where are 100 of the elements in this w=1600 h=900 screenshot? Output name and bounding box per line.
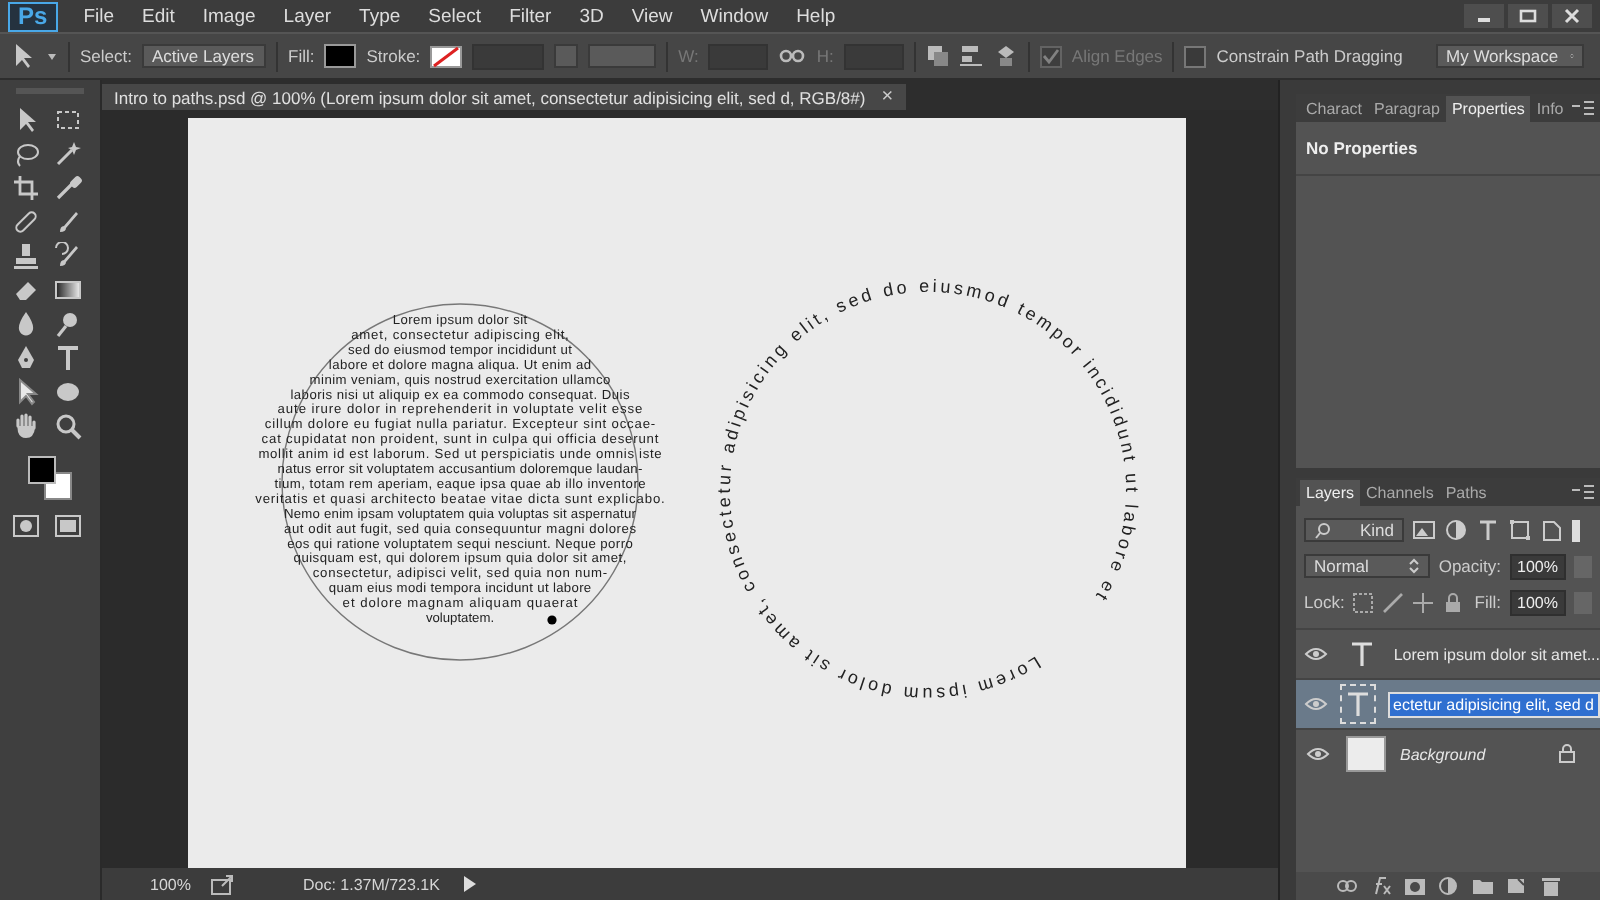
triangle-icon[interactable] bbox=[459, 874, 480, 894]
minimize-button[interactable] bbox=[1464, 4, 1504, 28]
fill-field[interactable]: 100% bbox=[1509, 589, 1566, 615]
check-icon bbox=[1041, 48, 1060, 64]
fill-label: Fill: bbox=[1474, 592, 1502, 612]
filter-toggle[interactable] bbox=[1572, 519, 1580, 541]
path-operations-icon[interactable] bbox=[925, 44, 950, 68]
constrain-checkbox[interactable] bbox=[1184, 45, 1207, 67]
constrain-label: Constrain Path Dragging bbox=[1216, 46, 1403, 66]
new-layer-icon[interactable] bbox=[1505, 876, 1527, 896]
image-filter-icon[interactable] bbox=[1412, 518, 1436, 542]
panel-tab[interactable]: Layers bbox=[1300, 480, 1361, 506]
fill-swatch[interactable] bbox=[324, 44, 357, 68]
menu-item[interactable]: Window bbox=[686, 5, 783, 27]
lock-pixels-icon[interactable] bbox=[1352, 591, 1375, 613]
path-arrangement-icon[interactable] bbox=[993, 44, 1018, 68]
search-icon bbox=[1314, 521, 1330, 539]
adjustment-filter-icon[interactable] bbox=[1444, 518, 1468, 542]
close-icon[interactable] bbox=[1562, 6, 1582, 26]
layer-row[interactable]: ectetur adipisicing elit, sed d bbox=[1296, 678, 1600, 728]
adjustment-icon[interactable] bbox=[1437, 876, 1459, 896]
select-dropdown[interactable]: Active Layers bbox=[142, 44, 266, 68]
menu-item[interactable]: Select bbox=[414, 5, 496, 27]
restore-button[interactable] bbox=[1508, 4, 1548, 28]
crop-icon[interactable] bbox=[11, 174, 39, 202]
menu-item[interactable]: Help bbox=[782, 5, 850, 27]
workspace-dropdown[interactable]: My Workspace bbox=[1436, 44, 1584, 68]
menu-item[interactable]: View bbox=[617, 5, 687, 27]
export-icon[interactable] bbox=[210, 873, 235, 895]
bandage-icon[interactable] bbox=[11, 208, 39, 236]
screen-mode-icon[interactable] bbox=[53, 512, 81, 540]
close-button[interactable] bbox=[1552, 4, 1592, 28]
lock-icon[interactable] bbox=[1442, 591, 1465, 613]
restore-icon[interactable] bbox=[1518, 6, 1538, 26]
link-icon[interactable] bbox=[1335, 876, 1357, 896]
menu-item[interactable]: 3D bbox=[565, 5, 618, 27]
trash-icon[interactable] bbox=[1539, 876, 1561, 896]
link-icon[interactable] bbox=[778, 46, 807, 66]
eye-icon[interactable] bbox=[1304, 644, 1329, 664]
opacity-label: Opacity: bbox=[1438, 556, 1502, 576]
eraser-icon[interactable] bbox=[11, 276, 39, 304]
app-logo: Ps bbox=[8, 1, 58, 31]
blend-mode-dropdown[interactable]: Normal bbox=[1304, 554, 1431, 578]
wand-icon[interactable] bbox=[53, 140, 81, 168]
menu-item[interactable]: Filter bbox=[495, 5, 566, 27]
fill-label: Fill: bbox=[288, 46, 315, 66]
panel-tab[interactable]: Charact bbox=[1300, 96, 1369, 122]
opacity-field[interactable]: 100% bbox=[1509, 553, 1566, 579]
zoom-icon[interactable] bbox=[53, 412, 81, 440]
properties-message: No Properties bbox=[1296, 122, 1600, 176]
gradient-icon[interactable] bbox=[53, 276, 81, 304]
path-alignment-icon[interactable] bbox=[959, 44, 984, 68]
eye-icon[interactable] bbox=[1304, 694, 1328, 714]
menu-item[interactable]: File bbox=[69, 5, 128, 27]
stamp-icon[interactable] bbox=[11, 242, 39, 270]
hand-icon[interactable] bbox=[11, 412, 39, 440]
panel-tab[interactable]: Paths bbox=[1439, 480, 1493, 506]
type-filter-icon[interactable] bbox=[1476, 518, 1500, 542]
panel-menu-icon[interactable] bbox=[1572, 482, 1594, 502]
spinner-icon bbox=[1408, 558, 1421, 574]
zoom-level[interactable]: 100% bbox=[150, 875, 191, 893]
filter-dropdown[interactable]: Kind bbox=[1304, 518, 1404, 542]
anchor-point[interactable] bbox=[547, 615, 557, 625]
no-stroke-swatch-icon[interactable] bbox=[430, 45, 463, 67]
folder-icon[interactable] bbox=[1471, 876, 1493, 896]
type-layer-icon bbox=[1347, 640, 1376, 668]
tab-close-button[interactable]: × bbox=[881, 86, 894, 108]
layer-name: Lorem ipsum dolor sit amet... bbox=[1393, 645, 1600, 663]
lasso-icon[interactable] bbox=[11, 140, 39, 168]
mask-icon[interactable] bbox=[1403, 876, 1425, 896]
caret-icon[interactable] bbox=[46, 50, 58, 62]
quick-mask-icon[interactable] bbox=[11, 512, 39, 540]
document-tab[interactable]: Intro to paths.psd @ 100% (Lorem ipsum dolor sit amet, consectetur adipisicing elit, sed d, RGB/8#) × bbox=[102, 84, 906, 110]
panel-tab[interactable]: Channels bbox=[1360, 480, 1440, 506]
menu-item[interactable]: Type bbox=[345, 5, 415, 27]
brush-icon[interactable] bbox=[1382, 591, 1405, 613]
type-layer-icon bbox=[1343, 690, 1372, 718]
menu-item[interactable]: Image bbox=[188, 5, 270, 27]
shape-filter-icon[interactable] bbox=[1508, 518, 1532, 542]
dodge-icon[interactable] bbox=[53, 310, 81, 338]
panel-tab[interactable]: Properties bbox=[1445, 96, 1531, 122]
ellipse-icon[interactable] bbox=[53, 378, 81, 406]
eyedropper-icon[interactable] bbox=[53, 174, 81, 202]
menu-item[interactable]: Layer bbox=[269, 5, 346, 27]
panel-tab[interactable]: Info bbox=[1530, 96, 1570, 122]
color-swatches-icon[interactable] bbox=[26, 456, 74, 500]
menu-item[interactable]: Edit bbox=[128, 5, 189, 27]
eye-icon[interactable] bbox=[1306, 744, 1330, 764]
panel-menu-icon[interactable] bbox=[1572, 98, 1594, 118]
layer-name: Background bbox=[1400, 745, 1486, 763]
marquee-icon[interactable] bbox=[53, 106, 81, 134]
panel-tab[interactable]: Paragrap bbox=[1368, 96, 1446, 122]
layer-name[interactable]: ectetur adipisicing elit, sed d bbox=[1387, 691, 1600, 717]
fx-icon[interactable] bbox=[1369, 876, 1391, 896]
smart-object-filter-icon[interactable] bbox=[1540, 518, 1564, 542]
stroke-label: Stroke: bbox=[366, 46, 421, 66]
history-brush-icon[interactable] bbox=[53, 242, 81, 270]
type-tool-icon[interactable] bbox=[53, 344, 81, 372]
layer-row[interactable]: Background bbox=[1296, 728, 1600, 778]
move-arrows-icon[interactable] bbox=[1412, 591, 1435, 613]
